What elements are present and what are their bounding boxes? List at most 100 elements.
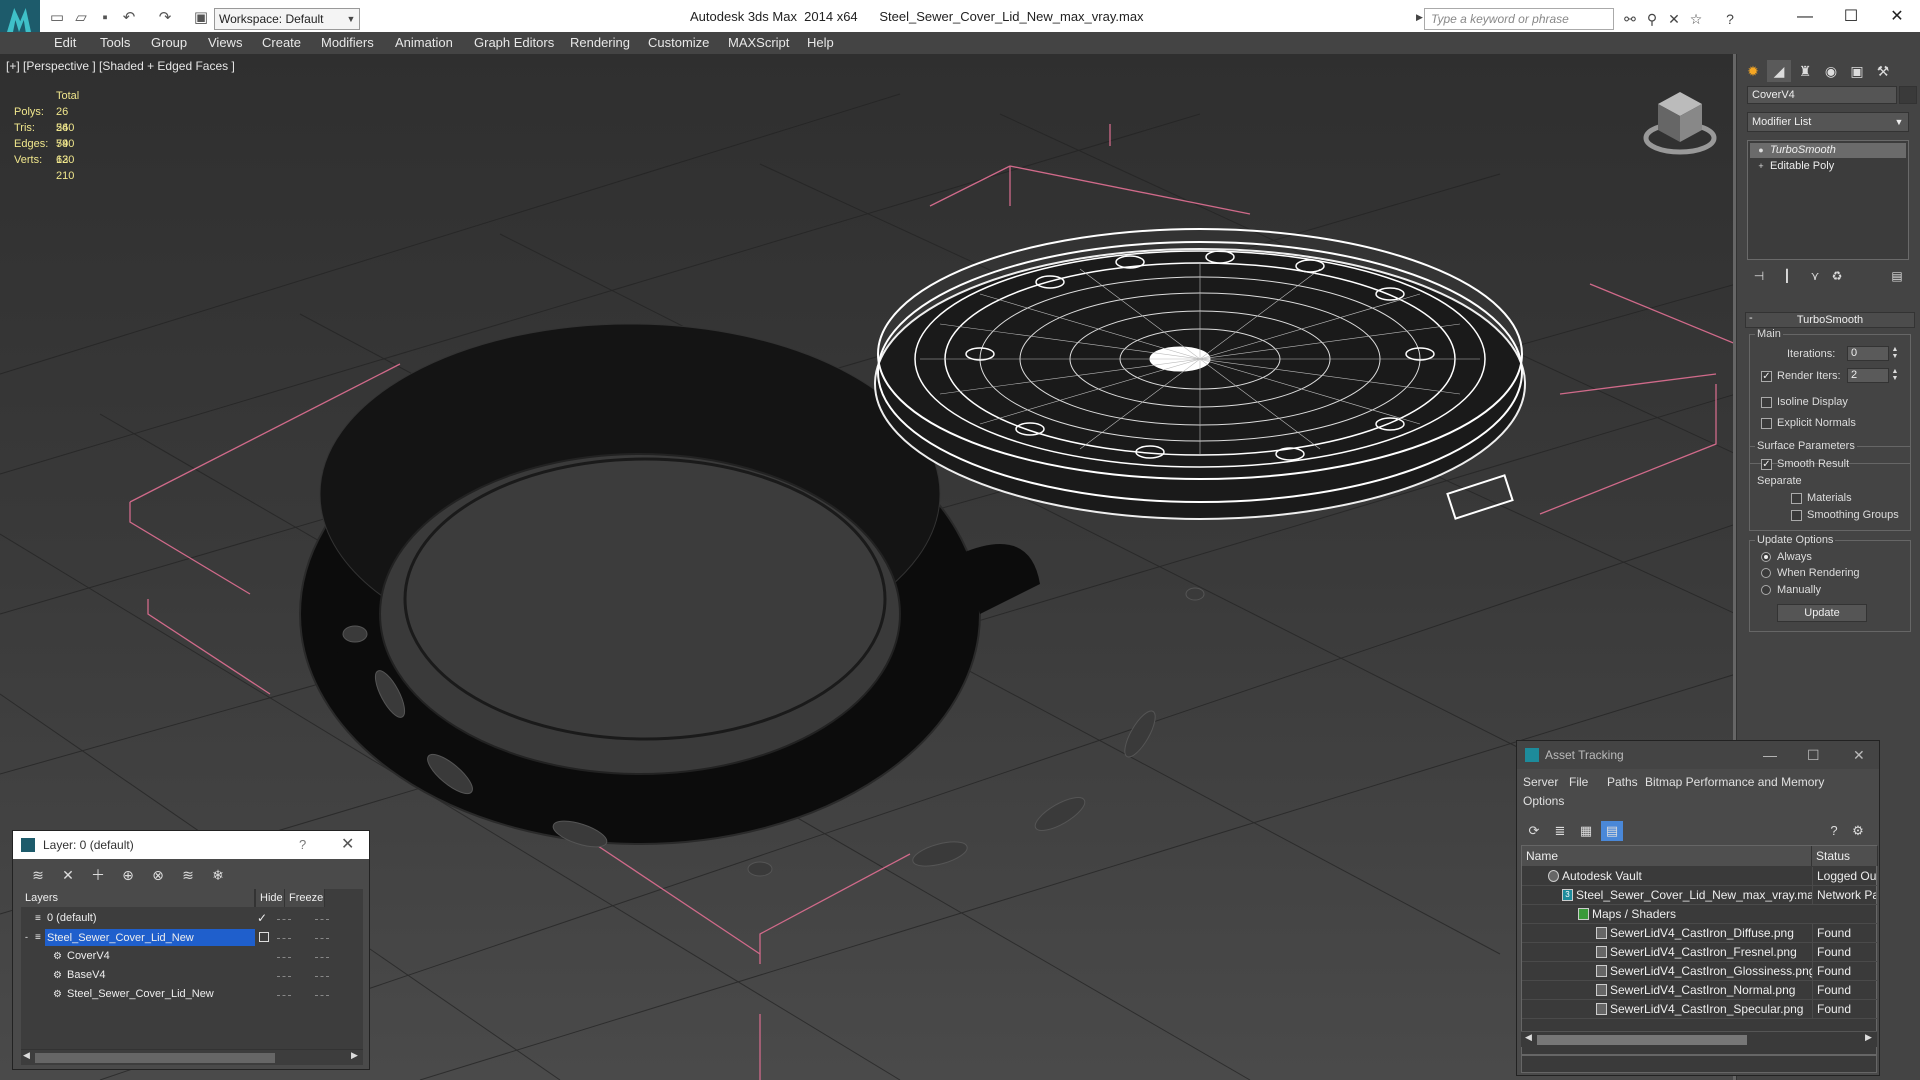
asset-row[interactable]: Maps / Shaders [1522, 905, 1878, 924]
layer-object-row[interactable]: ⚙ BaseV4 [21, 966, 363, 985]
undo-icon[interactable]: ↶ [120, 9, 138, 27]
when-rendering-radio[interactable] [1761, 568, 1771, 578]
object-color-swatch[interactable] [1899, 86, 1917, 104]
select-objects-icon[interactable]: ⊕ [117, 865, 139, 885]
list-view-icon[interactable]: ≣ [1549, 821, 1571, 841]
chevron-left-icon[interactable]: ◀ [23, 1050, 30, 1061]
workspace-dropdown[interactable]: Workspace: Default [214, 8, 360, 30]
new-file-icon[interactable]: ▭ [48, 9, 66, 27]
col-layers[interactable]: Layers [21, 889, 255, 907]
current-layer-box[interactable] [259, 932, 269, 942]
col-status[interactable]: Status [1812, 846, 1878, 866]
help-icon[interactable]: ? [299, 831, 306, 859]
hierarchy-tab-icon[interactable]: ♜ [1793, 60, 1817, 82]
render-iters-checkbox[interactable]: ✓ [1761, 371, 1772, 382]
iterations-spinner[interactable]: 0 [1847, 346, 1889, 361]
asset-row[interactable]: Autodesk Vault Logged Out [1522, 867, 1878, 886]
expand-icon[interactable]: + [1756, 161, 1766, 171]
stack-item-editable-poly[interactable]: + Editable Poly [1750, 159, 1906, 174]
menu-views[interactable]: Views [208, 35, 242, 50]
horizontal-scrollbar[interactable]: ◀ ▶ [21, 1049, 363, 1065]
scrollbar-thumb[interactable] [35, 1053, 275, 1063]
help-icon[interactable]: ? [1720, 9, 1740, 29]
layer-dialog-title[interactable]: Layer: 0 (default) [13, 831, 369, 859]
make-unique-icon[interactable]: ⋎ [1805, 266, 1825, 286]
show-end-result-icon[interactable]: ┃ [1777, 266, 1797, 286]
refresh-icon[interactable]: ⟳ [1523, 821, 1545, 841]
chevron-down-icon[interactable]: ▼ [1891, 113, 1907, 131]
menu-graph-editors[interactable]: Graph Editors [474, 35, 554, 50]
modify-tab-icon[interactable]: ◢ [1767, 60, 1791, 82]
explicit-normals-checkbox[interactable] [1761, 418, 1772, 429]
delete-layer-icon[interactable]: ✕ [57, 865, 79, 885]
horizontal-scrollbar[interactable]: ◀ ▶ [1521, 1031, 1877, 1047]
chevron-down-icon[interactable]: ▼ [344, 9, 358, 29]
smoothing-groups-checkbox[interactable] [1791, 510, 1802, 521]
hide-toggle[interactable] [277, 957, 291, 958]
spinner-arrows-icon[interactable]: ▲ ▼ [1891, 368, 1899, 383]
grid-view-icon[interactable]: ▤ [1601, 821, 1623, 841]
hide-toggle[interactable] [277, 938, 291, 939]
chevron-right-icon[interactable]: ▶ [351, 1050, 358, 1061]
layer-object-row[interactable]: ⚙ Steel_Sewer_Cover_Lid_New [21, 985, 363, 1004]
asset-row[interactable]: 3 Steel_Sewer_Cover_Lid_New_max_vray.max… [1522, 886, 1878, 905]
pin-stack-icon[interactable]: ⊣ [1749, 266, 1769, 286]
asset-menu-file[interactable]: File [1569, 775, 1588, 789]
binoculars-icon[interactable]: ⚯ [1620, 9, 1640, 29]
close-icon[interactable]: ✕ [341, 831, 354, 859]
layer-row-selected[interactable]: - ≡ Steel_Sewer_Cover_Lid_New [21, 928, 363, 947]
collapse-icon[interactable]: - [1749, 312, 1753, 324]
create-tab-icon[interactable]: ✹ [1741, 60, 1765, 82]
asset-menu-server[interactable]: Server [1523, 775, 1558, 789]
modifier-list-dropdown[interactable]: Modifier List [1747, 112, 1909, 132]
close-icon[interactable]: ✕ [1853, 741, 1865, 769]
menu-create[interactable]: Create [262, 35, 301, 50]
utilities-tab-icon[interactable]: ⚒ [1871, 60, 1895, 82]
freeze-toggle[interactable] [315, 957, 329, 958]
asset-menu-paths[interactable]: Paths [1607, 775, 1638, 789]
remove-modifier-icon[interactable]: ♻ [1827, 266, 1847, 286]
asset-dialog-title[interactable]: Asset Tracking [1517, 741, 1879, 769]
stack-item-turbosmooth[interactable]: ● TurboSmooth [1750, 143, 1906, 158]
layers-icon[interactable]: ≋ [27, 865, 49, 885]
menu-help[interactable]: Help [807, 35, 834, 50]
configure-sets-icon[interactable]: ▤ [1887, 266, 1907, 286]
menu-group[interactable]: Group [151, 35, 187, 50]
display-tab-icon[interactable]: ▣ [1845, 60, 1869, 82]
menu-tools[interactable]: Tools [100, 35, 130, 50]
layer-object-row[interactable]: ⚙ CoverV4 [21, 947, 363, 966]
highlight-layer-icon[interactable]: ≋ [177, 865, 199, 885]
asset-menu-bitmap[interactable]: Bitmap Performance and Memory [1645, 775, 1824, 789]
chevron-left-icon[interactable]: ◀ [1525, 1032, 1532, 1043]
render-iters-spinner[interactable]: 2 [1847, 368, 1889, 383]
col-hide[interactable]: Hide [255, 889, 285, 907]
menu-edit[interactable]: Edit [54, 35, 76, 50]
chevron-right-icon[interactable]: ▶ [1865, 1032, 1872, 1043]
freeze-all-icon[interactable]: ❄ [207, 865, 229, 885]
viewcube-icon[interactable] [1640, 84, 1720, 164]
turbosmooth-rollout-header[interactable]: TurboSmooth [1745, 312, 1915, 328]
asset-row[interactable]: SewerLidV4_CastIron_Glossiness.png Found [1522, 962, 1878, 981]
object-name-field[interactable]: CoverV4 [1747, 86, 1897, 104]
freeze-toggle[interactable] [315, 995, 329, 996]
minimize-icon[interactable]: — [1782, 2, 1828, 32]
menu-animation[interactable]: Animation [395, 35, 453, 50]
collapse-icon[interactable]: - [25, 928, 28, 947]
menu-customize[interactable]: Customize [648, 35, 709, 50]
chevron-right-icon[interactable]: ▶ [1416, 12, 1423, 23]
close-icon[interactable]: ✕ [1874, 2, 1920, 32]
menu-rendering[interactable]: Rendering [570, 35, 630, 50]
search-input[interactable]: Type a keyword or phrase [1424, 8, 1614, 30]
add-layer-icon[interactable]: ＋ [87, 865, 109, 885]
settings-icon[interactable]: ⚙ [1847, 821, 1869, 841]
save-icon[interactable]: ▪ [96, 9, 114, 27]
materials-checkbox[interactable] [1791, 493, 1802, 504]
viewport-label[interactable]: [+] [Perspective ] [Shaded + Edged Faces… [6, 59, 235, 73]
manually-radio[interactable] [1761, 585, 1771, 595]
redo-icon[interactable]: ↷ [156, 9, 174, 27]
scrollbar-thumb[interactable] [1537, 1035, 1747, 1045]
col-freeze[interactable]: Freeze [285, 889, 325, 907]
smooth-result-checkbox[interactable]: ✓ [1761, 459, 1772, 470]
freeze-toggle[interactable] [315, 919, 329, 920]
key-icon[interactable]: ⚲ [1642, 9, 1662, 29]
